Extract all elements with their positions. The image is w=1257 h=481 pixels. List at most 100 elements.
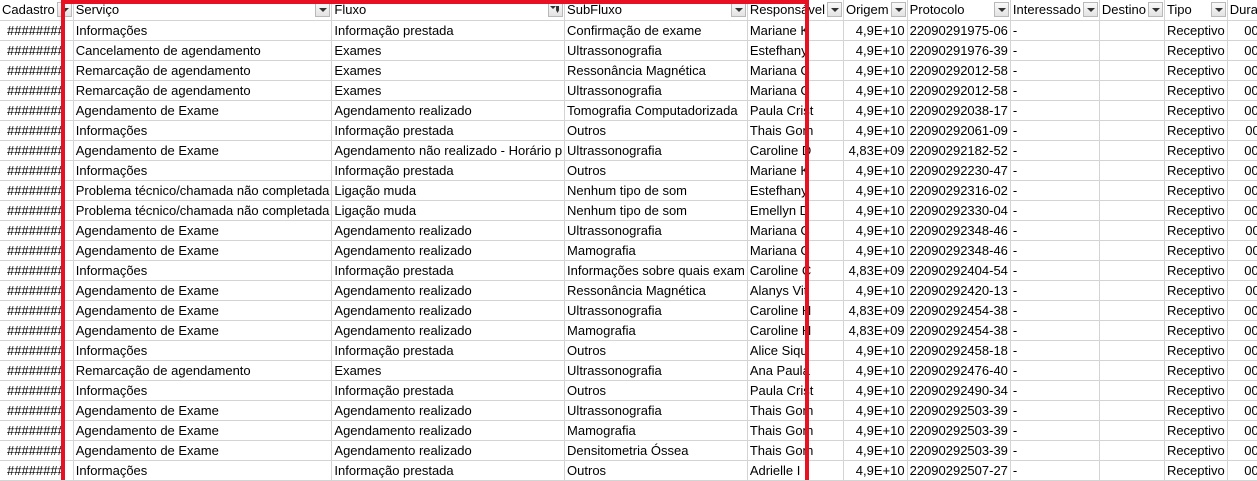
cell-subfluxo[interactable]: Outros [564, 120, 748, 141]
cell-responsavel[interactable]: Mariana C [747, 240, 844, 261]
cell-tipo[interactable]: Receptivo [1164, 280, 1228, 301]
cell-servico[interactable]: Problema técnico/chamada não completada [73, 200, 333, 221]
cell-interessado[interactable]: - [1010, 200, 1100, 221]
cell-fluxo[interactable]: Ligação muda [331, 200, 566, 221]
cell-duracao[interactable]: 00:01:17 [1227, 380, 1257, 401]
cell-destino[interactable] [1099, 200, 1165, 221]
cell-protocolo[interactable]: 22090292454-38 [907, 300, 1011, 321]
cell-duracao[interactable]: 00:00:42 [1227, 200, 1257, 221]
cell-destino[interactable] [1099, 400, 1165, 421]
cell-subfluxo[interactable]: Ultrassonografia [564, 140, 748, 161]
cell-subfluxo[interactable]: Outros [564, 160, 748, 181]
cell-interessado[interactable]: - [1010, 180, 1100, 201]
cell-protocolo[interactable]: 22090292348-46 [907, 220, 1011, 241]
cell-duracao[interactable]: 00:12:00 [1227, 440, 1257, 461]
cell-servico[interactable]: Informações [73, 380, 333, 401]
cell-subfluxo[interactable]: Ressonância Magnética [564, 60, 748, 81]
column-header-origem[interactable]: Origem [843, 0, 908, 21]
cell-responsavel[interactable]: Mariana C [747, 80, 844, 101]
cell-protocolo[interactable]: 22090292503-39 [907, 400, 1011, 421]
cell-origem[interactable]: 4,9E+10 [843, 420, 908, 441]
cell-tipo[interactable]: Receptivo [1164, 360, 1228, 381]
cell-duracao[interactable]: 00:12:00 [1227, 400, 1257, 421]
cell-responsavel[interactable]: Adrielle I [747, 460, 844, 481]
cell-protocolo[interactable]: 22090292507-27 [907, 460, 1011, 481]
cell-tipo[interactable]: Receptivo [1164, 160, 1228, 181]
cell-protocolo[interactable]: 22090292490-34 [907, 380, 1011, 401]
cell-protocolo[interactable]: 22090292316-02 [907, 180, 1011, 201]
cell-tipo[interactable]: Receptivo [1164, 420, 1228, 441]
cell-servico[interactable]: Informações [73, 120, 333, 141]
cell-destino[interactable] [1099, 120, 1165, 141]
cell-destino[interactable] [1099, 340, 1165, 361]
cell-responsavel[interactable]: Emellyn D [747, 200, 844, 221]
cell-fluxo[interactable]: Agendamento realizado [331, 300, 566, 321]
cell-fluxo[interactable]: Exames [331, 360, 566, 381]
cell-origem[interactable]: 4,9E+10 [843, 160, 908, 181]
cell-origem[interactable]: 4,9E+10 [843, 400, 908, 421]
cell-destino[interactable] [1099, 160, 1165, 181]
cell-origem[interactable]: 4,9E+10 [843, 240, 908, 261]
cell-interessado[interactable]: - [1010, 140, 1100, 161]
cell-cadastro[interactable]: ######## [0, 340, 74, 361]
cell-interessado[interactable]: - [1010, 280, 1100, 301]
column-header-interessado[interactable]: Interessado [1010, 0, 1100, 21]
cell-duracao[interactable]: 00:05:42 [1227, 100, 1257, 121]
cell-tipo[interactable]: Receptivo [1164, 140, 1228, 161]
cell-cadastro[interactable]: ######## [0, 120, 74, 141]
cell-origem[interactable]: 4,9E+10 [843, 120, 908, 141]
column-header-cadastro[interactable]: Cadastro [0, 0, 74, 21]
cell-servico[interactable]: Informações [73, 460, 333, 481]
cell-duracao[interactable]: 00:01:16 [1227, 140, 1257, 161]
cell-fluxo[interactable]: Informação prestada [331, 160, 566, 181]
cell-origem[interactable]: 4,83E+09 [843, 140, 908, 161]
cell-cadastro[interactable]: ######## [0, 220, 74, 241]
cell-fluxo[interactable]: Exames [331, 80, 566, 101]
cell-destino[interactable] [1099, 280, 1165, 301]
cell-origem[interactable]: 4,9E+10 [843, 440, 908, 461]
cell-responsavel[interactable]: Thais Gom [747, 420, 844, 441]
cell-subfluxo[interactable]: Outros [564, 380, 748, 401]
cell-subfluxo[interactable]: Ultrassonografia [564, 80, 748, 101]
cell-servico[interactable]: Agendamento de Exame [73, 420, 333, 441]
cell-protocolo[interactable]: 22090292420-13 [907, 280, 1011, 301]
cell-protocolo[interactable]: 22090292404-54 [907, 260, 1011, 281]
cell-origem[interactable]: 4,83E+09 [843, 320, 908, 341]
cell-destino[interactable] [1099, 260, 1165, 281]
cell-servico[interactable]: Problema técnico/chamada não completada [73, 180, 333, 201]
cell-interessado[interactable]: - [1010, 360, 1100, 381]
cell-cadastro[interactable]: ######## [0, 300, 74, 321]
cell-origem[interactable]: 4,9E+10 [843, 220, 908, 241]
column-header-duracao[interactable]: Duração [1227, 0, 1257, 21]
cell-origem[interactable]: 4,9E+10 [843, 340, 908, 361]
cell-protocolo[interactable]: 22090292038-17 [907, 100, 1011, 121]
cell-interessado[interactable]: - [1010, 260, 1100, 281]
cell-responsavel[interactable]: Mariane K [747, 160, 844, 181]
cell-duracao[interactable]: 00:00:39 [1227, 160, 1257, 181]
cell-servico[interactable]: Agendamento de Exame [73, 280, 333, 301]
cell-interessado[interactable]: - [1010, 80, 1100, 101]
cell-servico[interactable]: Agendamento de Exame [73, 440, 333, 461]
filter-dropdown-icon[interactable] [1147, 2, 1163, 17]
cell-cadastro[interactable]: ######## [0, 420, 74, 441]
cell-servico[interactable]: Agendamento de Exame [73, 320, 333, 341]
cell-servico[interactable]: Agendamento de Exame [73, 400, 333, 421]
cell-interessado[interactable]: - [1010, 220, 1100, 241]
cell-responsavel[interactable]: Paula Crist [747, 100, 844, 121]
cell-origem[interactable]: 4,9E+10 [843, 100, 908, 121]
filter-active-icon[interactable] [548, 2, 564, 17]
cell-cadastro[interactable]: ######## [0, 20, 74, 41]
cell-interessado[interactable]: - [1010, 240, 1100, 261]
cell-cadastro[interactable]: ######## [0, 440, 74, 461]
cell-protocolo[interactable]: 22090292348-46 [907, 240, 1011, 261]
cell-origem[interactable]: 4,9E+10 [843, 80, 908, 101]
cell-responsavel[interactable]: Caroline H [747, 320, 844, 341]
cell-interessado[interactable]: - [1010, 40, 1100, 61]
cell-destino[interactable] [1099, 20, 1165, 41]
cell-protocolo[interactable]: 22090292458-18 [907, 340, 1011, 361]
cell-servico[interactable]: Agendamento de Exame [73, 240, 333, 261]
cell-protocolo[interactable]: 22090292012-58 [907, 80, 1011, 101]
cell-subfluxo[interactable]: Confirmação de exame [564, 20, 748, 41]
cell-duracao[interactable]: 00:03:48 [1227, 340, 1257, 361]
cell-servico[interactable]: Informações [73, 340, 333, 361]
